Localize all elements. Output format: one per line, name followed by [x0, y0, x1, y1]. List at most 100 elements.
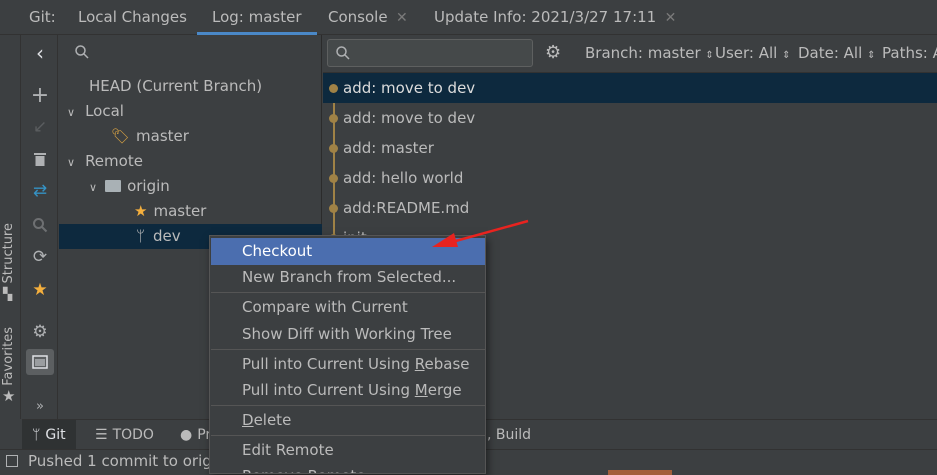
todo-tool-tab[interactable]: ☰ TODO — [95, 420, 154, 450]
favorites-tab[interactable]: Favorites — [1, 327, 16, 386]
tab-local-changes[interactable]: Local Changes — [78, 0, 187, 35]
more-icon[interactable]: » — [26, 393, 54, 419]
menu-item-pull-rebase[interactable]: Pull into Current Using Rebase — [211, 351, 485, 378]
close-icon[interactable]: ✕ — [660, 10, 677, 26]
mnemonic-letter: D — [242, 411, 254, 429]
close-icon[interactable]: ✕ — [392, 10, 408, 26]
branch-filter[interactable]: Branch: master ⇕ — [585, 44, 714, 62]
menu-item-remove-remote[interactable]: Remove Remote — [211, 463, 485, 473]
tree-item-remote-label: Remote — [85, 152, 143, 170]
user-filter-label: User: All — [715, 44, 778, 62]
user-filter[interactable]: User: All ⇕ — [715, 44, 791, 62]
star-icon: ★ — [2, 387, 16, 405]
tab-update-info-label: Update Info: 2021/3/27 17:11 — [434, 8, 657, 26]
commit-dot — [329, 174, 338, 183]
delete-icon[interactable] — [26, 146, 54, 172]
tree-item-local-master-label: master — [136, 127, 189, 145]
tree-item-local-label: Local — [85, 102, 124, 120]
commit-dot — [329, 84, 338, 93]
menu-item-compare[interactable]: Compare with Current — [211, 294, 485, 321]
commit-dot — [329, 114, 338, 123]
tree-item-origin-master[interactable]: ★ master — [59, 199, 322, 224]
add-icon[interactable]: + — [26, 82, 54, 108]
branch-icon: ᛘ — [136, 227, 146, 245]
compare-icon[interactable]: ⇄ — [26, 178, 54, 204]
tree-item-local-master[interactable]: 🏷 master — [59, 124, 322, 149]
gear-icon[interactable]: ⚙ — [545, 42, 561, 63]
git-tool-tab[interactable]: ᛘ Git — [22, 420, 76, 450]
status-window-icon[interactable] — [6, 455, 18, 467]
menu-item-text: Pull into Current Using — [242, 381, 415, 399]
build-tool-tab[interactable]: , Build — [487, 420, 531, 450]
chevron-down-icon[interactable]: ∨ — [67, 156, 75, 169]
menu-item-delete[interactable]: Delete — [211, 407, 485, 434]
collapse-icon[interactable]: ‹ — [26, 40, 54, 66]
build-icon: , — [487, 427, 496, 443]
structure-tab[interactable]: Structure — [1, 223, 16, 283]
log-search-input[interactable] — [327, 39, 533, 67]
tool-window-tab-bar: Git: Local Changes Log: master Console ✕… — [0, 0, 937, 35]
tree-item-origin-dev-label: dev — [153, 227, 181, 245]
todo-tool-tab-label: TODO — [112, 427, 154, 443]
tree-item-local[interactable]: ∨ Local — [59, 99, 322, 124]
sort-arrows-icon: ⇕ — [867, 50, 876, 61]
branch-filter-label: Branch: master — [585, 44, 701, 62]
info-icon: ● — [180, 427, 193, 443]
refresh-icon[interactable]: ⟳ — [26, 244, 54, 270]
build-tool-tab-label: Build — [495, 427, 532, 443]
git-label: Git: — [29, 8, 56, 26]
side-stripe: Structure ▚ Favorites ★ — [0, 35, 21, 419]
tab-update-info[interactable]: Update Info: 2021/3/27 17:11 ✕ — [434, 0, 676, 35]
chevron-down-icon[interactable]: ∨ — [89, 181, 97, 194]
list-icon: ☰ — [95, 427, 108, 443]
menu-item-text: elete — [253, 411, 292, 429]
branch-context-menu: Checkout New Branch from Selected... Com… — [209, 235, 486, 474]
menu-item-text: Pull into Current Using — [242, 355, 415, 373]
commit-row[interactable]: add: master — [323, 133, 937, 163]
commit-row[interactable]: add: move to dev — [323, 73, 937, 103]
search-icon[interactable] — [74, 44, 90, 64]
status-message: Pushed 1 commit to origi — [28, 452, 216, 470]
tab-console-label: Console — [328, 8, 388, 26]
sort-arrows-icon: ⇕ — [782, 50, 791, 61]
annotation-arrow-icon — [432, 219, 529, 247]
search-icon — [335, 45, 351, 65]
date-filter-label: Date: All — [798, 44, 863, 62]
tree-item-remote[interactable]: ∨ Remote — [59, 149, 322, 174]
chevron-down-icon[interactable]: ∨ — [67, 106, 75, 119]
commit-row[interactable]: add: hello world — [323, 163, 937, 193]
date-filter[interactable]: Date: All ⇕ — [798, 44, 875, 62]
tree-item-origin-master-label: master — [153, 202, 207, 220]
branches-toolbar: ‹ + ↙ ⇄ ⟳ ★ ⚙ » — [22, 35, 58, 419]
log-toolbar: ⚙ Branch: master ⇕ User: All ⇕ Date: All… — [323, 35, 937, 73]
update-arrow-icon[interactable]: ↙ — [26, 114, 54, 140]
tree-item-head[interactable]: HEAD (Current Branch) — [59, 74, 322, 99]
tab-log-master[interactable]: Log: master — [197, 0, 317, 35]
menu-item-edit-remote[interactable]: Edit Remote — [211, 437, 485, 464]
tab-console[interactable]: Console ✕ — [328, 0, 408, 35]
status-progress-strip — [608, 470, 672, 475]
menu-item-pull-merge[interactable]: Pull into Current Using Merge — [211, 377, 485, 404]
mnemonic-letter: M — [414, 381, 428, 399]
git-tool-tab-label: Git — [45, 427, 66, 443]
structure-icon: ▚ — [3, 287, 13, 301]
star-icon[interactable]: ★ — [26, 277, 54, 303]
tree-item-origin[interactable]: ∨ origin — [59, 174, 322, 199]
problems-tool-tab[interactable]: ● Pr — [180, 420, 211, 450]
commit-row[interactable]: add: move to dev — [323, 103, 937, 133]
commit-dot — [329, 144, 338, 153]
layout-toggle-icon[interactable] — [26, 349, 54, 375]
gear-icon[interactable]: ⚙ — [26, 319, 54, 345]
commit-row[interactable]: add:README.md — [323, 193, 937, 223]
paths-filter[interactable]: Paths: A — [882, 44, 937, 62]
mnemonic-letter: R — [414, 355, 425, 373]
commit-message: add: master — [343, 139, 434, 157]
menu-separator — [211, 435, 485, 436]
menu-item-show-diff[interactable]: Show Diff with Working Tree — [211, 321, 485, 348]
star-icon: ★ — [134, 202, 148, 220]
search-icon[interactable] — [26, 212, 54, 238]
commit-message: add: move to dev — [343, 109, 476, 127]
commit-message: add: hello world — [343, 169, 464, 187]
menu-separator — [211, 349, 485, 350]
menu-item-new-branch[interactable]: New Branch from Selected... — [211, 264, 485, 291]
